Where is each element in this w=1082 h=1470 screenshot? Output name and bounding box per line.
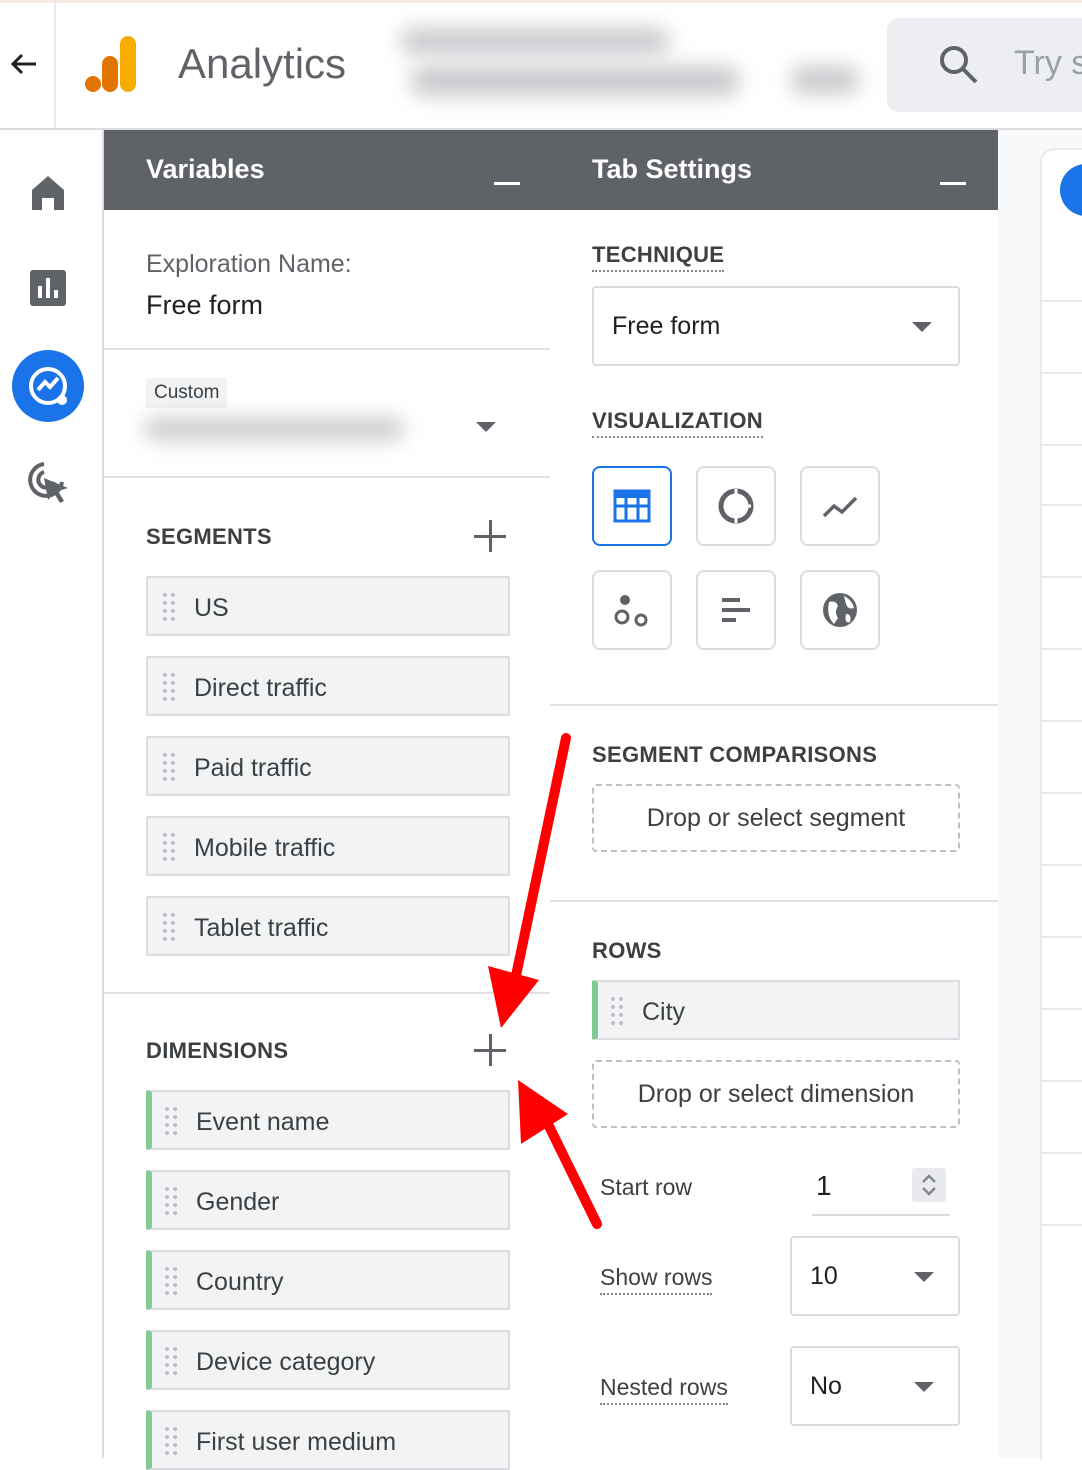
annotation-arrow — [488, 733, 571, 1028]
annotation-overlay — [488, 733, 602, 1229]
annotation-arrow — [518, 1080, 602, 1229]
